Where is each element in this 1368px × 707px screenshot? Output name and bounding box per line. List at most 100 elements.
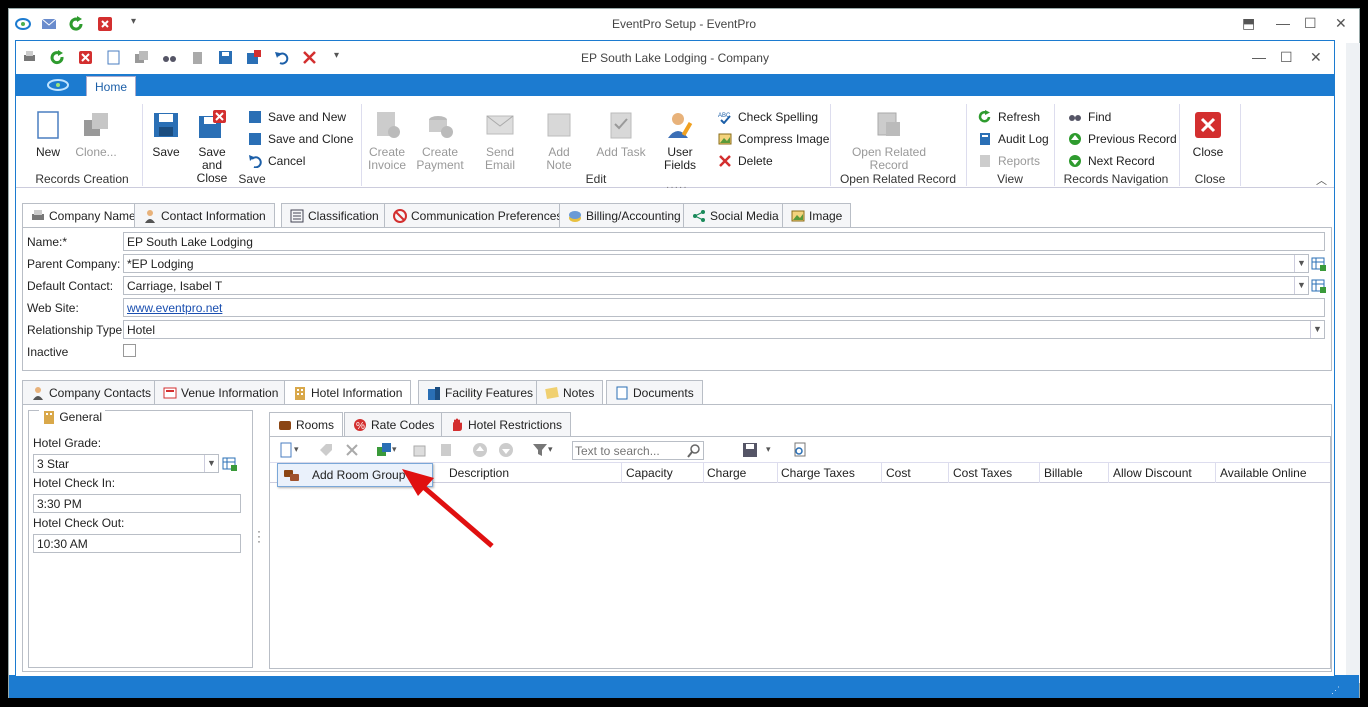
resize-grip-icon[interactable]: ⋰	[1331, 685, 1340, 696]
website-field[interactable]: www.eventpro.net	[123, 298, 1325, 317]
column-separator[interactable]	[621, 463, 622, 483]
chevron-down-icon[interactable]: ▼	[204, 455, 218, 472]
compress-image-button[interactable]: Compress Image	[718, 132, 829, 146]
column-separator[interactable]	[703, 463, 704, 483]
previous-record-button[interactable]: Previous Record	[1068, 132, 1177, 146]
relationship-type-select[interactable]: Hotel ▼	[123, 320, 1325, 339]
new-dropdown-icon[interactable]: ▾	[294, 444, 310, 460]
move-down-icon[interactable]	[498, 442, 514, 458]
tab-contact-information[interactable]: Contact Information	[134, 203, 275, 227]
search-input[interactable]	[575, 443, 685, 458]
restore-icon[interactable]: ⬒	[1242, 15, 1255, 32]
column-header-cost-taxes[interactable]: Cost Taxes	[953, 466, 1012, 480]
close-icon[interactable]: ✕	[1335, 15, 1347, 32]
grid-search[interactable]	[572, 441, 704, 460]
filter-dropdown-icon[interactable]: ▾	[548, 444, 564, 460]
tab-facility-features[interactable]: Facility Features	[418, 380, 543, 404]
tab-classification[interactable]: Classification	[281, 203, 388, 227]
new-button[interactable]: New	[30, 110, 66, 159]
user-fields-button[interactable]: User Fields	[652, 110, 708, 172]
tab-documents[interactable]: Documents	[606, 380, 703, 404]
hotel-check-in-field[interactable]: 3:30 PM	[33, 494, 241, 513]
column-header-billable[interactable]: Billable	[1044, 466, 1083, 480]
window-icon[interactable]	[412, 442, 428, 458]
save-and-new-button[interactable]: Save and New	[248, 110, 346, 124]
column-header-allow-discount[interactable]: Allow Discount	[1113, 466, 1192, 480]
column-separator[interactable]	[1108, 463, 1109, 483]
lookup-grid-icon[interactable]	[1311, 278, 1327, 294]
tab-hotel-restrictions[interactable]: Hotel Restrictions	[441, 412, 572, 436]
open-related-record-button[interactable]: Open Related Record	[850, 110, 928, 172]
tab-hotel-information[interactable]: Hotel Information	[284, 380, 412, 405]
tab-company-contacts[interactable]: Company Contacts	[22, 380, 161, 404]
collapse-ribbon-icon[interactable]: ︿	[1316, 172, 1327, 188]
splitter-handle[interactable]: · · ·	[257, 525, 261, 547]
tab-social-media[interactable]: Social Media	[683, 203, 788, 227]
next-record-button[interactable]: Next Record	[1068, 154, 1155, 168]
column-header-capacity[interactable]: Capacity	[626, 466, 673, 480]
delete-button[interactable]: Delete	[718, 154, 773, 168]
column-header-description[interactable]: Description	[449, 466, 509, 480]
lookup-grid-icon[interactable]	[222, 456, 238, 472]
add-note-button[interactable]: Add Note	[534, 110, 584, 172]
copy-dropdown-icon[interactable]: ▾	[392, 444, 408, 460]
chevron-down-icon[interactable]: ▼	[1294, 277, 1308, 294]
maximize-icon[interactable]: ☐	[1304, 15, 1317, 32]
new-document-icon[interactable]	[278, 442, 294, 458]
tab-company-name[interactable]: Company Name	[22, 203, 145, 228]
column-separator[interactable]	[1039, 463, 1040, 483]
column-header-cost[interactable]: Cost	[886, 466, 911, 480]
find-button[interactable]: Find	[1068, 110, 1111, 124]
search-icon[interactable]	[687, 444, 701, 458]
tab-communication-preferences[interactable]: Communication Preferences	[384, 203, 572, 227]
tab-home[interactable]: Home	[86, 76, 136, 97]
column-header-charge-taxes[interactable]: Charge Taxes	[781, 466, 855, 480]
column-separator[interactable]	[777, 463, 778, 483]
print-dropdown-icon[interactable]: ▾	[766, 444, 782, 460]
close-icon[interactable]: ✕	[1310, 49, 1322, 66]
cancel-button[interactable]: Cancel	[248, 154, 305, 168]
name-field[interactable]: EP South Lake Lodging	[123, 232, 1325, 251]
print-save-icon[interactable]	[742, 442, 758, 458]
column-header-available-online[interactable]: Available Online	[1220, 466, 1307, 480]
inactive-checkbox[interactable]	[123, 344, 136, 357]
clone-button[interactable]: Clone...	[74, 110, 118, 159]
create-invoice-button[interactable]: Create Invoice	[366, 110, 408, 172]
tab-billing-accounting[interactable]: Billing/Accounting	[559, 203, 690, 227]
send-email-button[interactable]: Send Email	[472, 110, 528, 172]
refresh-button[interactable]: Refresh	[978, 110, 1040, 124]
minimize-icon[interactable]: —	[1276, 15, 1290, 31]
splitter-handle[interactable]: ·····	[666, 182, 688, 193]
copy-icon[interactable]	[376, 442, 392, 458]
maximize-icon[interactable]: ☐	[1280, 49, 1293, 66]
reports-button[interactable]: Reports	[978, 154, 1040, 168]
delete-icon[interactable]	[344, 442, 360, 458]
export-icon[interactable]	[438, 442, 454, 458]
app-menu-button[interactable]	[38, 77, 78, 93]
column-separator[interactable]	[1215, 463, 1216, 483]
tab-rooms[interactable]: Rooms	[269, 412, 344, 437]
close-button[interactable]: Close	[1188, 110, 1228, 159]
chevron-down-icon[interactable]: ▼	[1294, 255, 1308, 272]
lookup-grid-icon[interactable]	[1311, 256, 1327, 272]
column-separator[interactable]	[948, 463, 949, 483]
default-contact-select[interactable]: Carriage, Isabel T ▼	[123, 276, 1309, 295]
filter-icon[interactable]	[532, 442, 548, 458]
save-and-clone-button[interactable]: Save and Clone	[248, 132, 353, 146]
column-separator[interactable]	[881, 463, 882, 483]
hotel-grade-select[interactable]: 3 Star ▼	[33, 454, 219, 473]
parent-company-select[interactable]: *EP Lodging ▼	[123, 254, 1309, 273]
tab-rate-codes[interactable]: % Rate Codes	[344, 412, 444, 436]
create-payment-button[interactable]: Create Payment	[416, 110, 464, 172]
preview-icon[interactable]	[792, 442, 808, 458]
chevron-down-icon[interactable]: ▼	[1310, 321, 1324, 338]
check-spelling-button[interactable]: ABC Check Spelling	[718, 110, 818, 124]
tab-venue-information[interactable]: Venue Information	[154, 380, 288, 404]
minimize-icon[interactable]: —	[1252, 49, 1266, 65]
save-button[interactable]: Save	[148, 110, 184, 159]
tag-icon[interactable]	[318, 442, 334, 458]
audit-log-button[interactable]: Audit Log	[978, 132, 1049, 146]
add-task-button[interactable]: Add Task	[596, 110, 646, 159]
move-up-icon[interactable]	[472, 442, 488, 458]
hotel-check-out-field[interactable]: 10:30 AM	[33, 534, 241, 553]
